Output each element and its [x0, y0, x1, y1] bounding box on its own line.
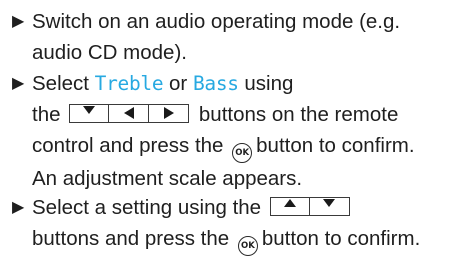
- step-2-text: Select: [32, 72, 95, 95]
- instruction-page: ▶ Switch on an audio operating mode (e.g…: [0, 0, 463, 256]
- bullet-icon: ▶: [12, 75, 25, 92]
- treble-option: Treble: [94, 72, 164, 95]
- ok-button-icon: OK: [232, 143, 253, 163]
- step-3-text: Select a setting using the: [32, 196, 262, 219]
- step-2: ▶ Select Treble or Bass using the button…: [12, 68, 463, 194]
- step-2-text: the: [32, 103, 61, 126]
- step-2-text: using: [238, 72, 294, 95]
- step-3-line-2: buttons and press the OK button to confir…: [32, 223, 463, 256]
- navigation-buttons: [69, 99, 190, 130]
- step-2-text: buttons on the remote: [198, 103, 399, 126]
- bass-option: Bass: [192, 72, 239, 95]
- bullet-icon: ▶: [12, 199, 25, 216]
- step-2-text: or: [163, 72, 193, 95]
- step-1-line-2: audio CD mode).: [32, 41, 187, 64]
- step-2-line-3: control and press the OK button to confir…: [32, 130, 463, 163]
- step-1: ▶ Switch on an audio operating mode (e.g…: [12, 6, 463, 68]
- step-2-line-2: the buttons on the remote: [32, 99, 463, 130]
- up-down-buttons: [269, 192, 350, 223]
- step-3: ▶ Select a setting using the buttons and…: [12, 192, 463, 256]
- ok-button-icon: OK: [237, 236, 258, 256]
- left-arrow-icon: [109, 104, 150, 123]
- bullet-icon: ▶: [12, 13, 25, 30]
- step-3-line-1: Select a setting using the: [32, 192, 463, 223]
- up-arrow-icon: [269, 197, 310, 216]
- step-1-line-1: Switch on an audio operating mode (e.g.: [32, 10, 401, 33]
- step-2-line-4: An adjustment scale appears.: [32, 167, 303, 190]
- down-arrow-icon: [309, 197, 350, 216]
- right-arrow-icon: [149, 104, 190, 123]
- down-arrow-icon: [69, 104, 110, 123]
- step-3-text: buttons and press the: [32, 227, 230, 250]
- step-2-text: button to confirm.: [256, 134, 415, 157]
- step-2-line-1: Select Treble or Bass using: [32, 68, 463, 99]
- step-3-text: button to confirm.: [261, 227, 421, 250]
- step-2-text: control and press the: [32, 134, 224, 157]
